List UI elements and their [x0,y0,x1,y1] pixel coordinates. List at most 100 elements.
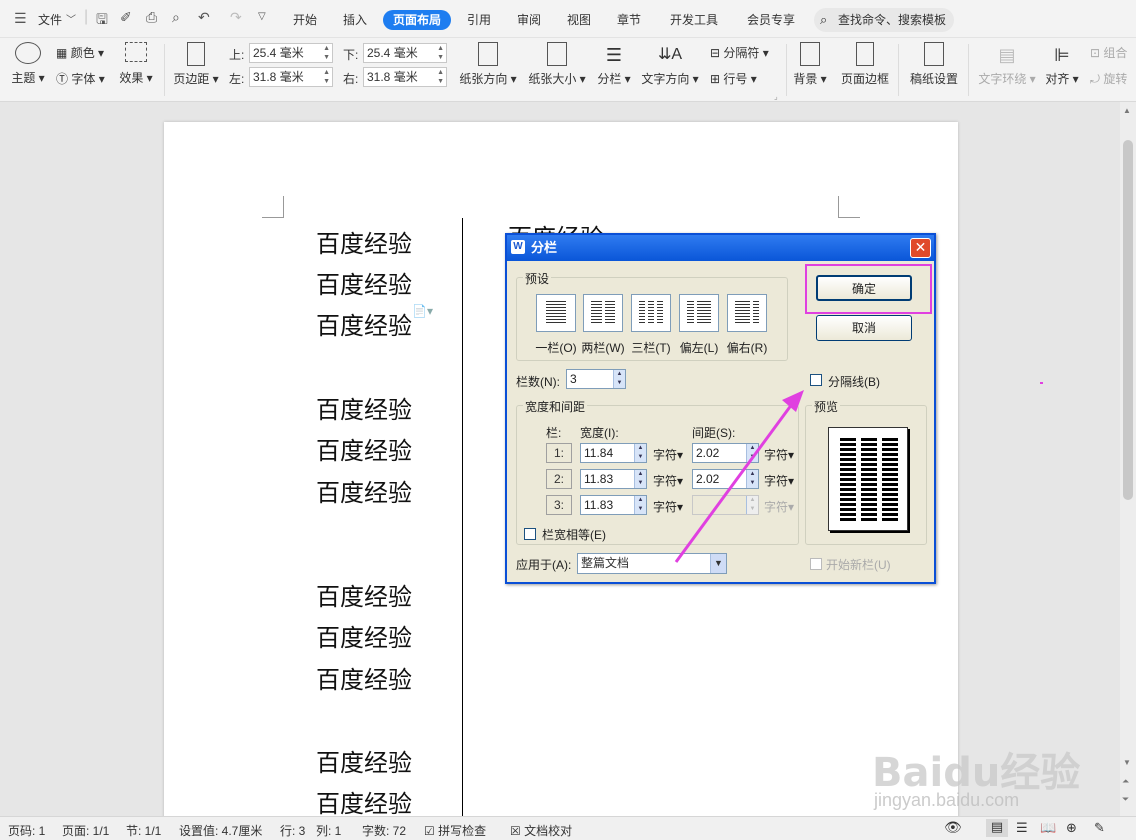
effects-button[interactable]: 效果 ▾ [118,42,154,86]
spinner-icon[interactable]: ▲ ▼ [634,496,646,514]
top-margin-field[interactable]: 25.4 毫米 ▲ ▼ [249,43,333,63]
spinner-icon[interactable]: ▲ ▼ [746,444,758,462]
print-icon[interactable]: ⎙ [146,9,157,26]
scroll-down-icon[interactable]: ▼ [1123,758,1131,767]
col1-spacing-input[interactable]: 2.02 ▲ ▼ [692,443,759,463]
align-button[interactable]: ⊫ 对齐 ▾ [1044,42,1080,87]
status-position[interactable]: 设置值: 4.7厘米 [179,822,262,839]
eye-protection-icon[interactable]: 👁 [944,819,962,836]
rotate-button[interactable]: ⤾ 旋转 [1090,70,1127,87]
spinner-icon[interactable]: ▲ ▼ [746,470,758,488]
page-view-icon[interactable]: ▤ [986,819,1008,837]
write-mode-icon[interactable]: ✎ [1094,820,1105,836]
document-line[interactable]: 百度经验 [316,265,412,300]
document-line[interactable]: 百度经验 [316,618,412,653]
more-icon[interactable]: ▽ [258,11,266,22]
dialog-title-bar[interactable]: W 分栏 [507,235,934,261]
chevron-down-icon[interactable]: ﹀ [66,11,76,26]
spinner-icon[interactable]: ▲ ▼ [746,496,758,514]
unit-dropdown[interactable]: 字符▾ [764,472,794,489]
web-view-icon[interactable]: ⊕ [1066,820,1077,836]
status-section[interactable]: 节: 1/1 [126,822,161,839]
document-line[interactable]: 百度经验 [316,577,412,612]
document-line[interactable]: 百度经验 [316,224,412,259]
colors-button[interactable]: ▦ 颜色 ▾ [56,44,104,61]
draft-settings-button[interactable]: 稿纸设置 [906,42,962,87]
tab-home[interactable]: 开始 [288,10,322,30]
spinner-icon[interactable]: ▲ ▼ [613,370,625,388]
apply-to-select[interactable]: 整篇文档 ▼ [577,553,727,574]
document-line[interactable]: 百度经验 [316,306,412,341]
columns-button[interactable]: ☰ 分栏 ▾ [596,42,632,87]
paper-size-button[interactable]: 纸张大小 ▾ [527,42,587,87]
col3-width-input[interactable]: 11.83 ▲ ▼ [580,495,647,515]
doc-proof-button[interactable]: ☒ 文档校对 [510,822,572,839]
margins-button[interactable]: 页边距 ▾ [172,42,220,87]
spell-check-button[interactable]: ☑ 拼写检查 [424,822,486,839]
unit-dropdown[interactable]: 字符▾ [653,472,683,489]
spinner-icon[interactable]: ▲ ▼ [634,444,646,462]
outline-view-icon[interactable]: ☰ [1016,820,1028,836]
cancel-button[interactable]: 取消 [816,315,912,341]
document-line[interactable]: 百度经验 [316,390,412,425]
chevron-down-icon[interactable]: ▼ [710,554,726,573]
format-painter-icon[interactable]: ✐ [120,9,132,26]
preset-three-columns[interactable] [631,294,671,332]
spinner-icon[interactable]: ▲ ▼ [437,44,444,62]
save-icon[interactable]: 🖫 [96,9,108,33]
scrollbar-thumb[interactable] [1123,140,1133,500]
page-borders-button[interactable]: 页面边框 [838,42,892,87]
right-margin-field[interactable]: 31.8 毫米 ▲ ▼ [363,67,447,87]
tab-developer[interactable]: 开发工具 [664,10,724,30]
status-row[interactable]: 行: 3 [280,822,305,839]
spinner-icon[interactable]: ▲ ▼ [634,470,646,488]
spinner-icon[interactable]: ▲ ▼ [437,68,444,86]
status-word-count[interactable]: 字数: 72 [362,822,406,839]
unit-dropdown[interactable]: 字符▾ [653,446,683,463]
orientation-button[interactable]: 纸张方向 ▾ [458,42,518,87]
text-direction-button[interactable]: ⇊A 文字方向 ▾ [640,42,700,87]
document-line-col2[interactable]: 百度经验 [508,218,604,234]
document-line[interactable]: 百度经验 [316,660,412,695]
separator-checkbox[interactable] [810,374,822,386]
undo-icon[interactable]: ↶ [198,9,210,26]
status-pages[interactable]: 页面: 1/1 [62,822,109,839]
search-input[interactable]: ⌕ 查找命令、搜索模板 [814,8,954,32]
expand-dialog-icon[interactable]: ⌟ [774,92,778,101]
status-page-number[interactable]: 页码: 1 [8,822,45,839]
document-line[interactable]: 百度经验 [316,473,412,508]
tab-page-layout[interactable]: 页面布局 [383,10,451,30]
background-button[interactable]: 背景 ▾ [792,42,828,87]
preset-right[interactable] [727,294,767,332]
scroll-up-icon[interactable]: ▲ [1123,106,1131,115]
num-columns-input[interactable]: 3 ▲ ▼ [566,369,626,389]
status-col[interactable]: 列: 1 [316,822,341,839]
reading-view-icon[interactable]: 📖 [1040,820,1056,836]
new-column-checkbox[interactable] [810,558,822,570]
unit-dropdown[interactable]: 字符▾ [764,446,794,463]
preset-one-column[interactable] [536,294,576,332]
breaks-button[interactable]: ⊟ 分隔符 ▾ [710,44,769,61]
prev-page-icon[interactable]: ⏶ [1122,776,1129,787]
text-wrap-button[interactable]: ▤ 文字环绕 ▾ [976,42,1038,87]
line-numbers-button[interactable]: ⊞ 行号 ▾ [710,70,757,87]
document-line[interactable]: 百度经验 [316,743,412,778]
tab-chapter[interactable]: 章节 [612,10,646,30]
ok-button[interactable]: 确定 [816,275,912,301]
equal-width-checkbox[interactable] [524,528,536,540]
theme-button[interactable]: 主题 ▾ [8,42,48,86]
file-menu[interactable]: 文件 [36,10,64,30]
group-button[interactable]: ⊡ 组合 [1090,44,1127,61]
print-preview-icon[interactable]: ⌕ [172,9,180,26]
fonts-button[interactable]: Ⓣ 字体 ▾ [56,70,105,87]
redo-icon[interactable]: ↷ [230,9,242,26]
tab-references[interactable]: 引用 [462,10,496,30]
unit-dropdown[interactable]: 字符▾ [764,498,794,515]
col2-width-input[interactable]: 11.83 ▲ ▼ [580,469,647,489]
spinner-icon[interactable]: ▲ ▼ [323,68,330,86]
preset-left[interactable] [679,294,719,332]
tab-insert[interactable]: 插入 [338,10,372,30]
tab-review[interactable]: 审阅 [512,10,546,30]
tab-view[interactable]: 视图 [562,10,596,30]
unit-dropdown[interactable]: 字符▾ [653,498,683,515]
